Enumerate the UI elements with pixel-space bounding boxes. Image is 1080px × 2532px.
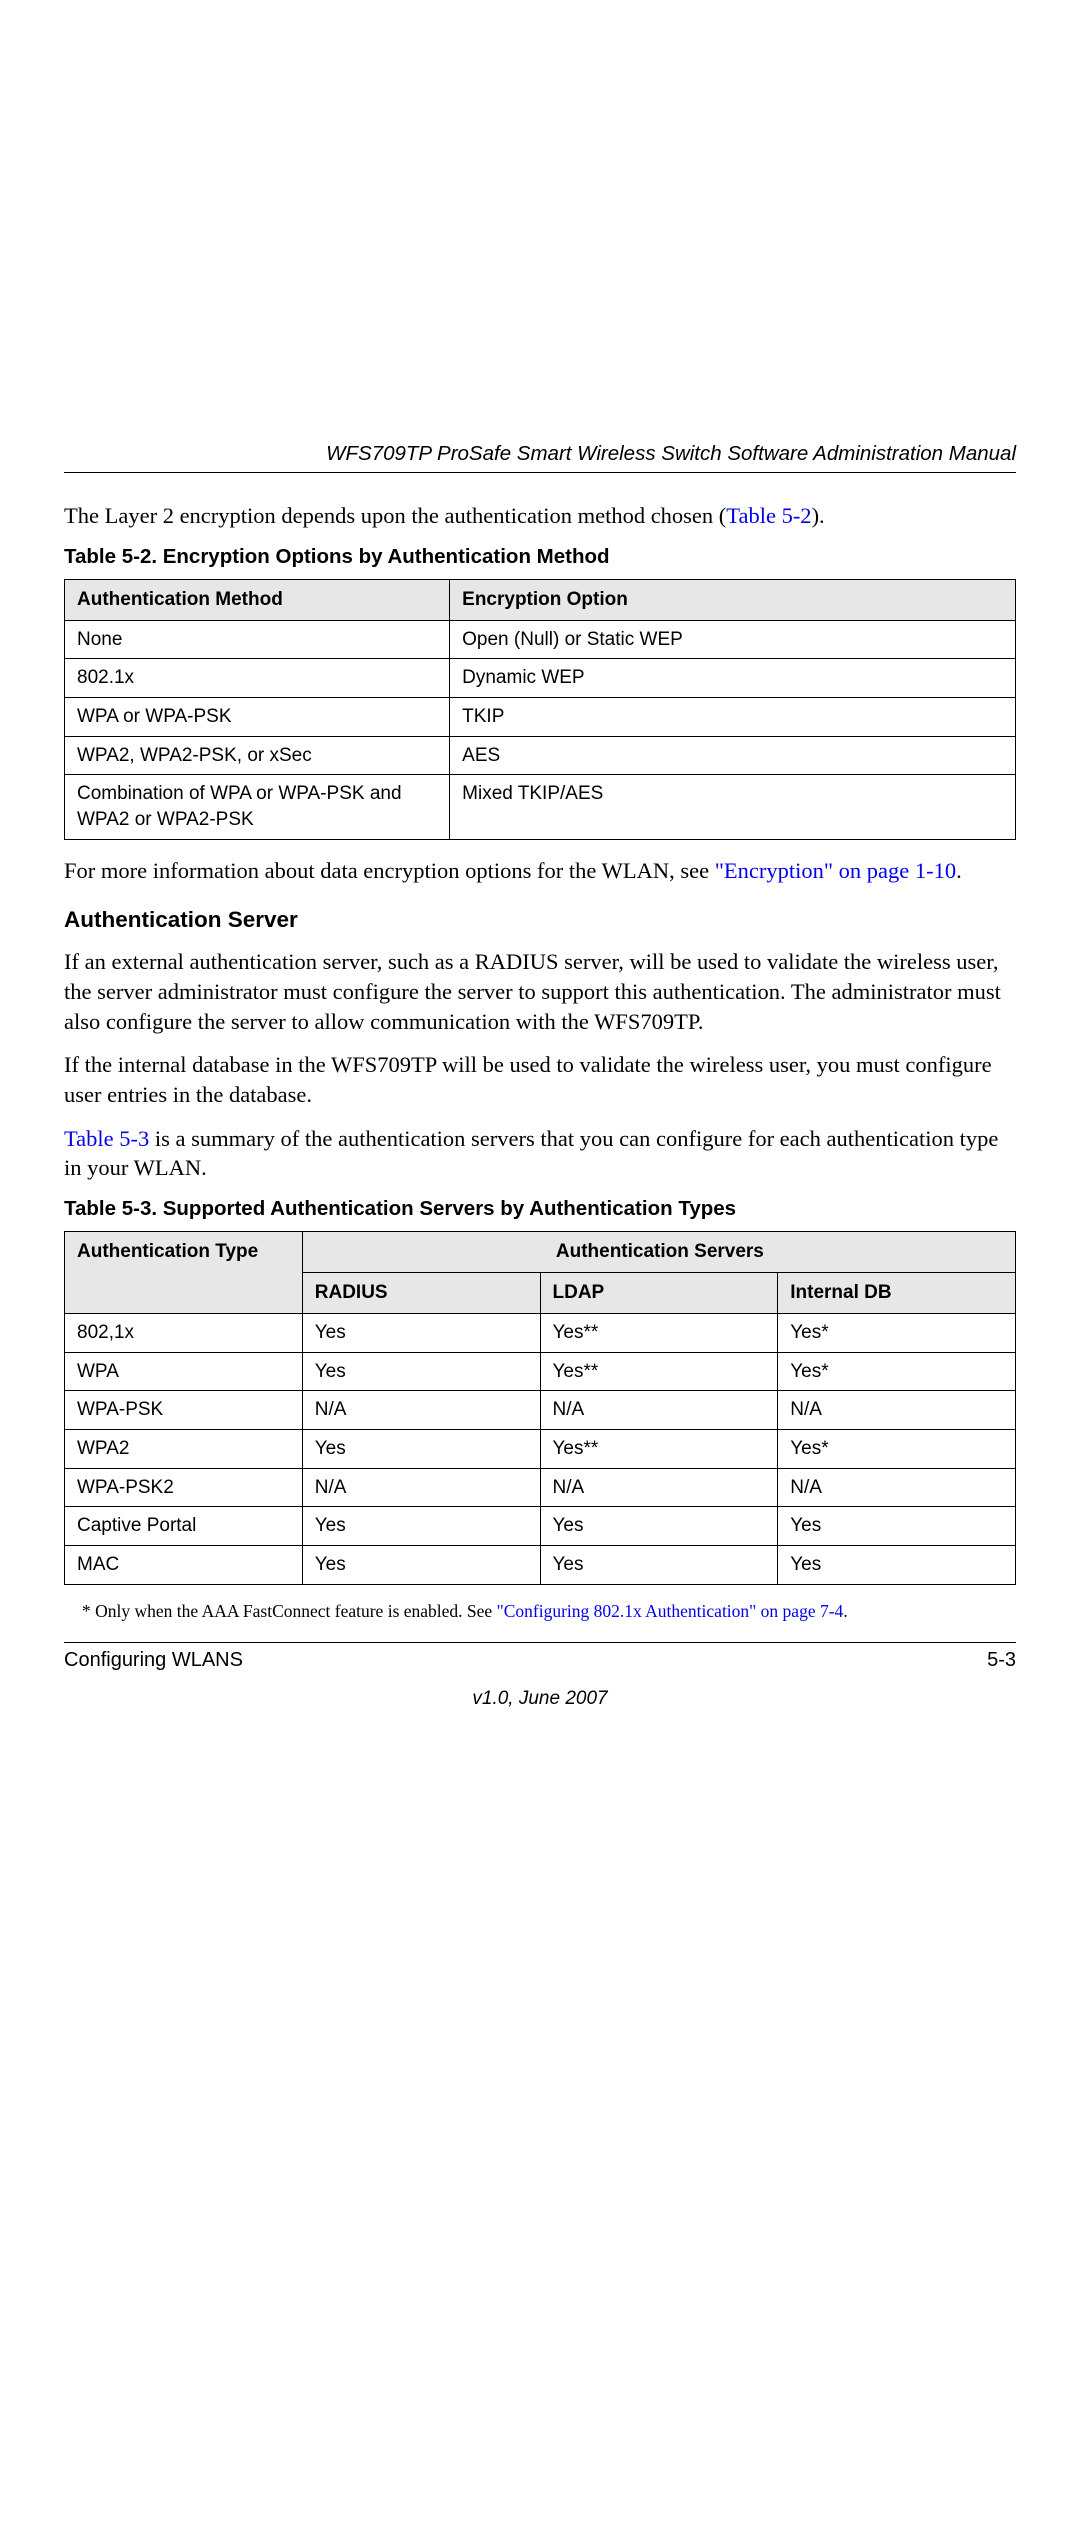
text: * Only when the AAA FastConnect feature … <box>82 1601 497 1621</box>
link-configuring-8021x[interactable]: "Configuring 802.1x Authentication" on p… <box>497 1601 844 1621</box>
table-cell: N/A <box>540 1468 778 1507</box>
table-cell: Yes** <box>540 1352 778 1391</box>
text: For more information about data encrypti… <box>64 858 715 883</box>
table-cell: MAC <box>65 1545 303 1584</box>
table-5-2-caption: Table 5-2. Encryption Options by Authent… <box>64 545 1016 569</box>
table-cell: 802,1x <box>65 1314 303 1353</box>
table-row: Combination of WPA or WPA-PSK and WPA2 o… <box>65 775 1016 839</box>
table-cell: Yes <box>540 1545 778 1584</box>
table-5-3: Authentication Type Authentication Serve… <box>64 1231 1016 1584</box>
running-header: WFS709TP ProSafe Smart Wireless Switch S… <box>64 442 1016 473</box>
link-table-5-3[interactable]: Table 5-3 <box>64 1126 149 1151</box>
table-cell: Dynamic WEP <box>450 659 1016 698</box>
table-row: WPA2, WPA2-PSK, or xSecAES <box>65 736 1016 775</box>
table-cell: Yes <box>302 1507 540 1546</box>
table-cell: WPA2, WPA2-PSK, or xSec <box>65 736 450 775</box>
column-header-auth-type: Authentication Type <box>65 1232 303 1314</box>
table-row: NoneOpen (Null) or Static WEP <box>65 620 1016 659</box>
table-cell: None <box>65 620 450 659</box>
table-row: Authentication Type Authentication Serve… <box>65 1232 1016 1273</box>
auth-server-para-1: If an external authentication server, su… <box>64 947 1016 1036</box>
column-header: Encryption Option <box>450 579 1016 620</box>
footer-section: Configuring WLANS <box>64 1649 243 1672</box>
table-cell: WPA2 <box>65 1429 303 1468</box>
intro-paragraph: The Layer 2 encryption depends upon the … <box>64 501 1016 531</box>
table-cell: Yes <box>302 1352 540 1391</box>
table-cell: Mixed TKIP/AES <box>450 775 1016 839</box>
table-cell: WPA-PSK <box>65 1391 303 1430</box>
table-cell: Yes <box>302 1429 540 1468</box>
table-row: WPAYesYes**Yes* <box>65 1352 1016 1391</box>
table-5-3-body: 802,1xYesYes**Yes*WPAYesYes**Yes*WPA-PSK… <box>65 1314 1016 1584</box>
table-row: WPA-PSK2N/AN/AN/A <box>65 1468 1016 1507</box>
table-cell: Open (Null) or Static WEP <box>450 620 1016 659</box>
table-cell: Yes <box>778 1507 1016 1546</box>
text: . <box>843 1601 847 1621</box>
table-cell: 802.1x <box>65 659 450 698</box>
column-header: Authentication Method <box>65 579 450 620</box>
link-encryption[interactable]: "Encryption" on page 1-10 <box>715 858 956 883</box>
table-cell: Yes <box>302 1314 540 1353</box>
table-cell: TKIP <box>450 697 1016 736</box>
table-cell: Combination of WPA or WPA-PSK and WPA2 o… <box>65 775 450 839</box>
table-cell: Yes* <box>778 1314 1016 1353</box>
table-cell: WPA or WPA-PSK <box>65 697 450 736</box>
table-cell: Yes <box>778 1545 1016 1584</box>
version-line: v1.0, June 2007 <box>64 1688 1016 1710</box>
column-header: RADIUS <box>302 1273 540 1314</box>
table-5-3-lead-in: Table 5-3 is a summary of the authentica… <box>64 1124 1016 1183</box>
table-row: WPA2YesYes**Yes* <box>65 1429 1016 1468</box>
text: The Layer 2 encryption depends upon the … <box>64 503 726 528</box>
table-cell: Yes** <box>540 1314 778 1353</box>
table-row: Captive PortalYesYesYes <box>65 1507 1016 1546</box>
table-cell: Yes <box>540 1507 778 1546</box>
table-cell: Captive Portal <box>65 1507 303 1546</box>
more-info-paragraph: For more information about data encrypti… <box>64 856 1016 886</box>
table-row: Authentication Method Encryption Option <box>65 579 1016 620</box>
table-cell: AES <box>450 736 1016 775</box>
table-row: WPA-PSKN/AN/AN/A <box>65 1391 1016 1430</box>
document-page: WFS709TP ProSafe Smart Wireless Switch S… <box>64 442 1016 1710</box>
table-cell: N/A <box>778 1391 1016 1430</box>
link-table-5-2[interactable]: Table 5-2 <box>726 503 811 528</box>
column-header: Internal DB <box>778 1273 1016 1314</box>
table-cell: Yes* <box>778 1352 1016 1391</box>
table-cell: N/A <box>302 1468 540 1507</box>
footer-page-number: 5-3 <box>987 1649 1016 1672</box>
table-row: 802.1xDynamic WEP <box>65 659 1016 698</box>
auth-server-para-2: If the internal database in the WFS709TP… <box>64 1050 1016 1109</box>
table-5-2: Authentication Method Encryption Option … <box>64 579 1016 840</box>
table-row: 802,1xYesYes**Yes* <box>65 1314 1016 1353</box>
heading-authentication-server: Authentication Server <box>64 907 1016 933</box>
table-cell: N/A <box>540 1391 778 1430</box>
table-cell: Yes** <box>540 1429 778 1468</box>
column-header-auth-servers: Authentication Servers <box>302 1232 1015 1273</box>
page-footer: Configuring WLANS 5-3 <box>64 1642 1016 1672</box>
table-row: WPA or WPA-PSKTKIP <box>65 697 1016 736</box>
table-cell: WPA <box>65 1352 303 1391</box>
footnote: * Only when the AAA FastConnect feature … <box>82 1601 1016 1622</box>
table-5-3-caption: Table 5-3. Supported Authentication Serv… <box>64 1197 1016 1221</box>
table-cell: N/A <box>778 1468 1016 1507</box>
text: ). <box>812 503 825 528</box>
table-cell: N/A <box>302 1391 540 1430</box>
table-cell: Yes* <box>778 1429 1016 1468</box>
text: is a summary of the authentication serve… <box>64 1126 998 1181</box>
text: . <box>956 858 962 883</box>
table-cell: Yes <box>302 1545 540 1584</box>
table-5-2-body: NoneOpen (Null) or Static WEP802.1xDynam… <box>65 620 1016 839</box>
table-row: MACYesYesYes <box>65 1545 1016 1584</box>
column-header: LDAP <box>540 1273 778 1314</box>
table-cell: WPA-PSK2 <box>65 1468 303 1507</box>
